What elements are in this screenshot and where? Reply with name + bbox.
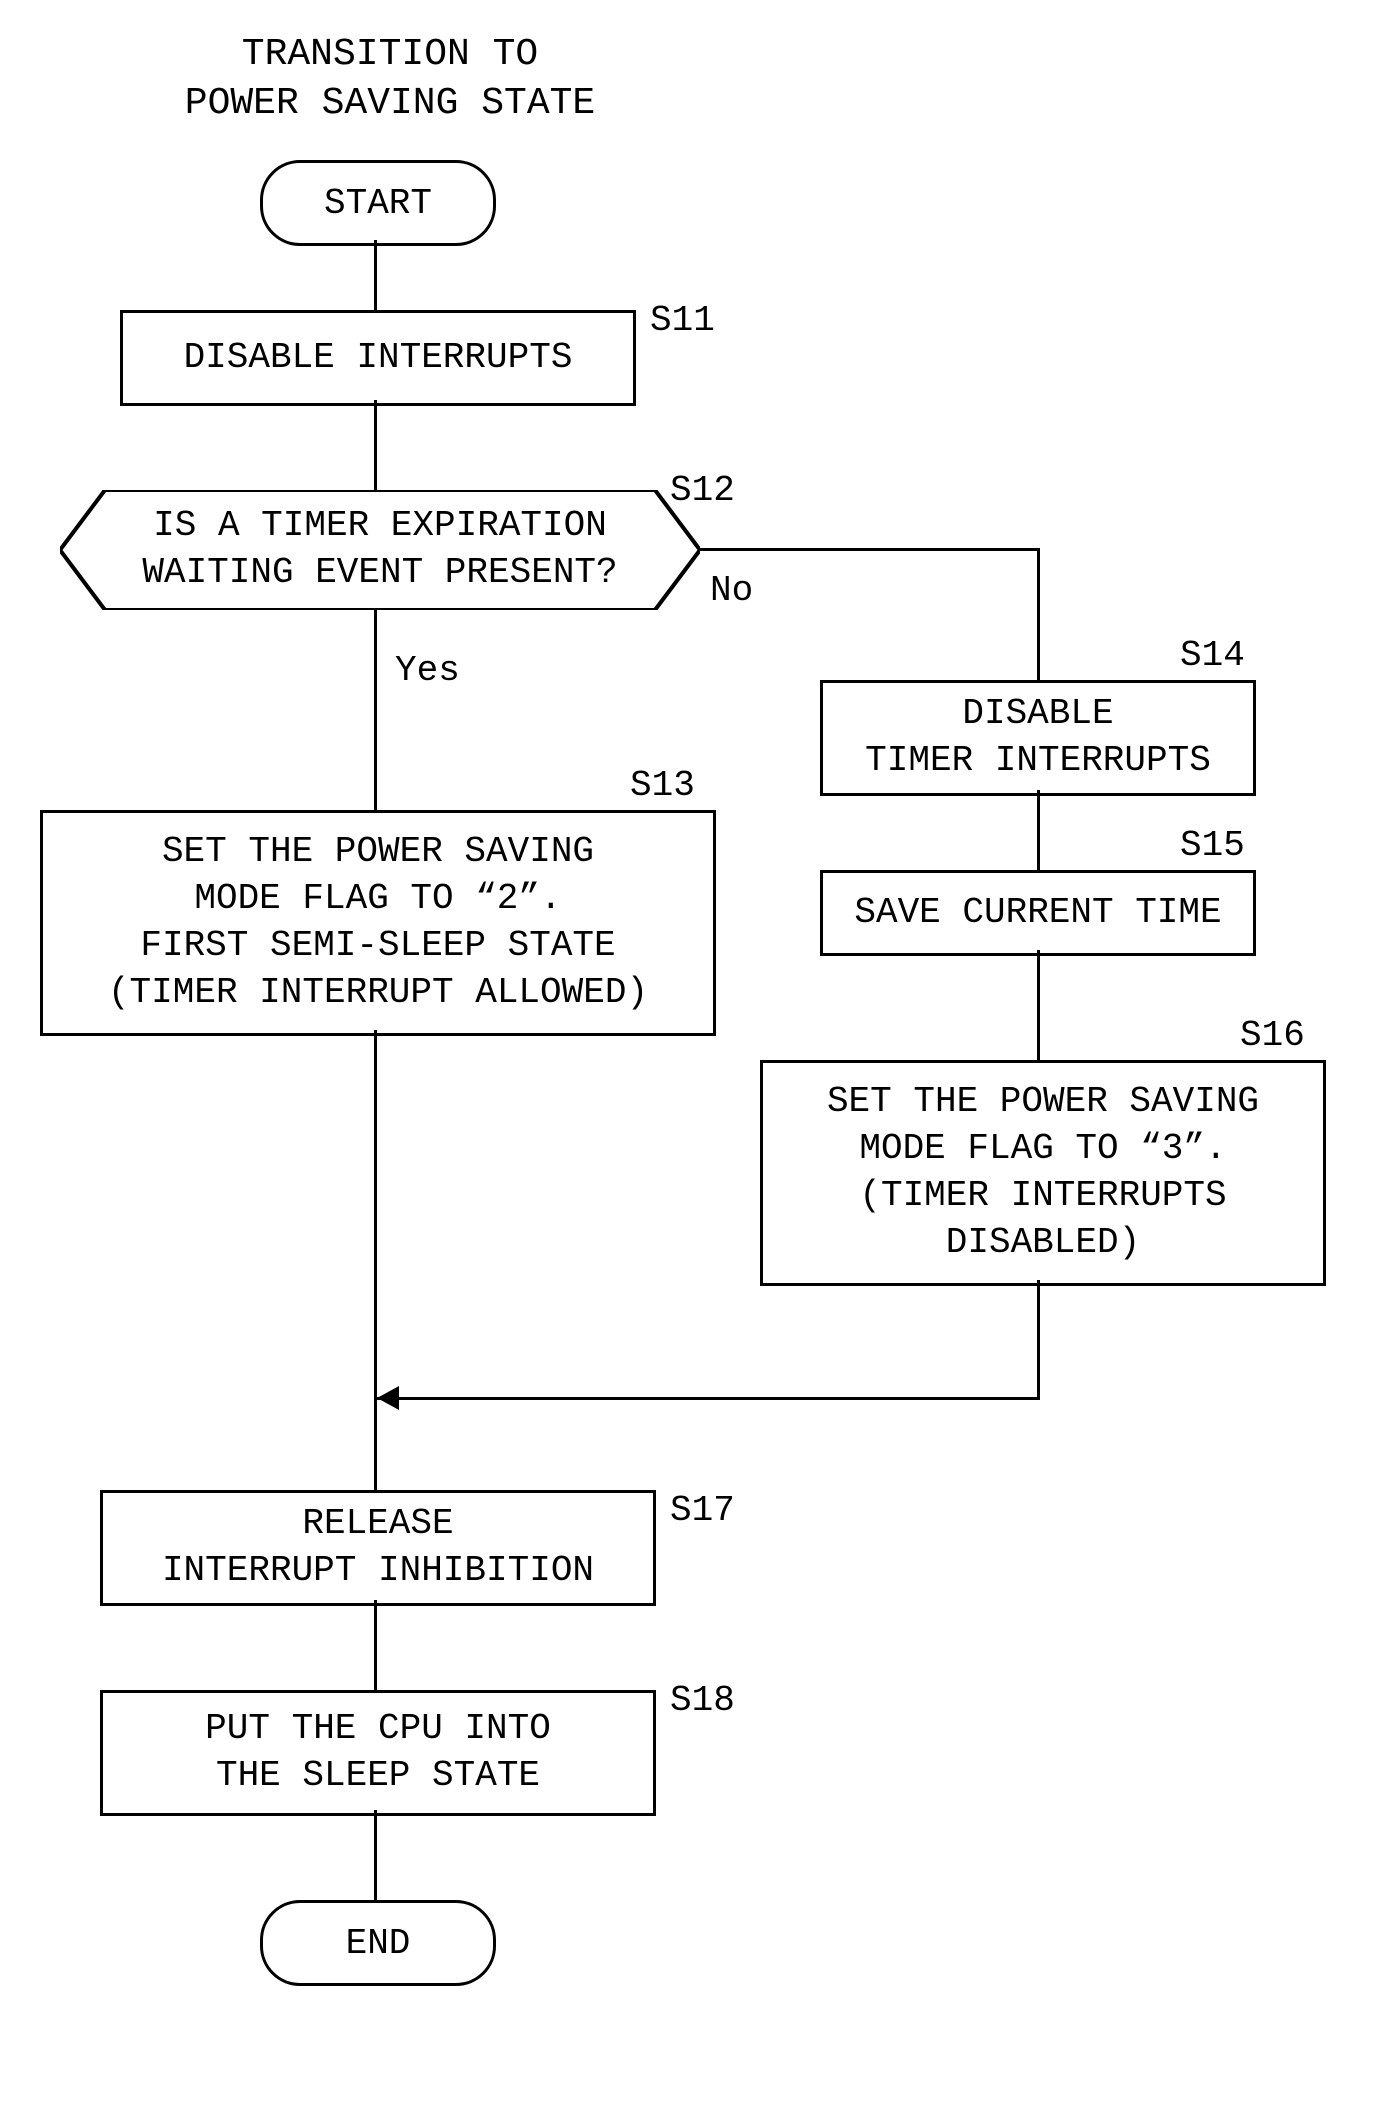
- node-start: START: [260, 160, 496, 246]
- node-s12: IS A TIMER EXPIRATION WAITING EVENT PRES…: [60, 490, 700, 610]
- node-s11-label: DISABLE INTERRUPTS: [184, 335, 573, 382]
- connector: [374, 610, 377, 810]
- step-label-s18: S18: [670, 1680, 735, 1721]
- node-s18: PUT THE CPU INTO THE SLEEP STATE: [100, 1690, 656, 1816]
- diagram-title: TRANSITION TO POWER SAVING STATE: [120, 30, 660, 129]
- node-s11: DISABLE INTERRUPTS: [120, 310, 636, 406]
- connector: [1037, 950, 1040, 1060]
- connector: [1037, 1280, 1040, 1400]
- step-label-s14: S14: [1180, 635, 1245, 676]
- connector: [1037, 548, 1040, 680]
- node-s17-label: RELEASE INTERRUPT INHIBITION: [162, 1501, 594, 1595]
- branch-no-label: No: [710, 570, 753, 611]
- step-label-s13: S13: [630, 765, 695, 806]
- connector: [377, 1397, 1040, 1400]
- node-s15: SAVE CURRENT TIME: [820, 870, 1256, 956]
- flowchart-canvas: TRANSITION TO POWER SAVING STATE START D…: [0, 0, 1379, 2106]
- connector: [374, 1810, 377, 1900]
- node-s14-label: DISABLE TIMER INTERRUPTS: [865, 691, 1211, 785]
- node-start-label: START: [324, 183, 432, 224]
- node-s16: SET THE POWER SAVING MODE FLAG TO “3”. (…: [760, 1060, 1326, 1286]
- connector: [374, 400, 377, 490]
- node-s13-label: SET THE POWER SAVING MODE FLAG TO “2”. F…: [108, 829, 648, 1016]
- connector: [1037, 790, 1040, 870]
- node-end: END: [260, 1900, 496, 1986]
- arrowhead-icon: [377, 1386, 399, 1410]
- step-label-s16: S16: [1240, 1015, 1305, 1056]
- node-s17: RELEASE INTERRUPT INHIBITION: [100, 1490, 656, 1606]
- branch-yes-label: Yes: [395, 650, 460, 691]
- connector: [374, 1600, 377, 1690]
- step-label-s12: S12: [670, 470, 735, 511]
- step-label-s11: S11: [650, 300, 715, 341]
- node-s16-label: SET THE POWER SAVING MODE FLAG TO “3”. (…: [827, 1079, 1259, 1266]
- connector: [374, 1030, 377, 1490]
- node-s18-label: PUT THE CPU INTO THE SLEEP STATE: [205, 1706, 551, 1800]
- connector: [700, 548, 1040, 551]
- node-s12-label: IS A TIMER EXPIRATION WAITING EVENT PRES…: [60, 490, 700, 610]
- step-label-s17: S17: [670, 1490, 735, 1531]
- node-s15-label: SAVE CURRENT TIME: [854, 890, 1221, 937]
- step-label-s15: S15: [1180, 825, 1245, 866]
- node-s14: DISABLE TIMER INTERRUPTS: [820, 680, 1256, 796]
- connector: [374, 240, 377, 310]
- node-end-label: END: [346, 1923, 411, 1964]
- node-s13: SET THE POWER SAVING MODE FLAG TO “2”. F…: [40, 810, 716, 1036]
